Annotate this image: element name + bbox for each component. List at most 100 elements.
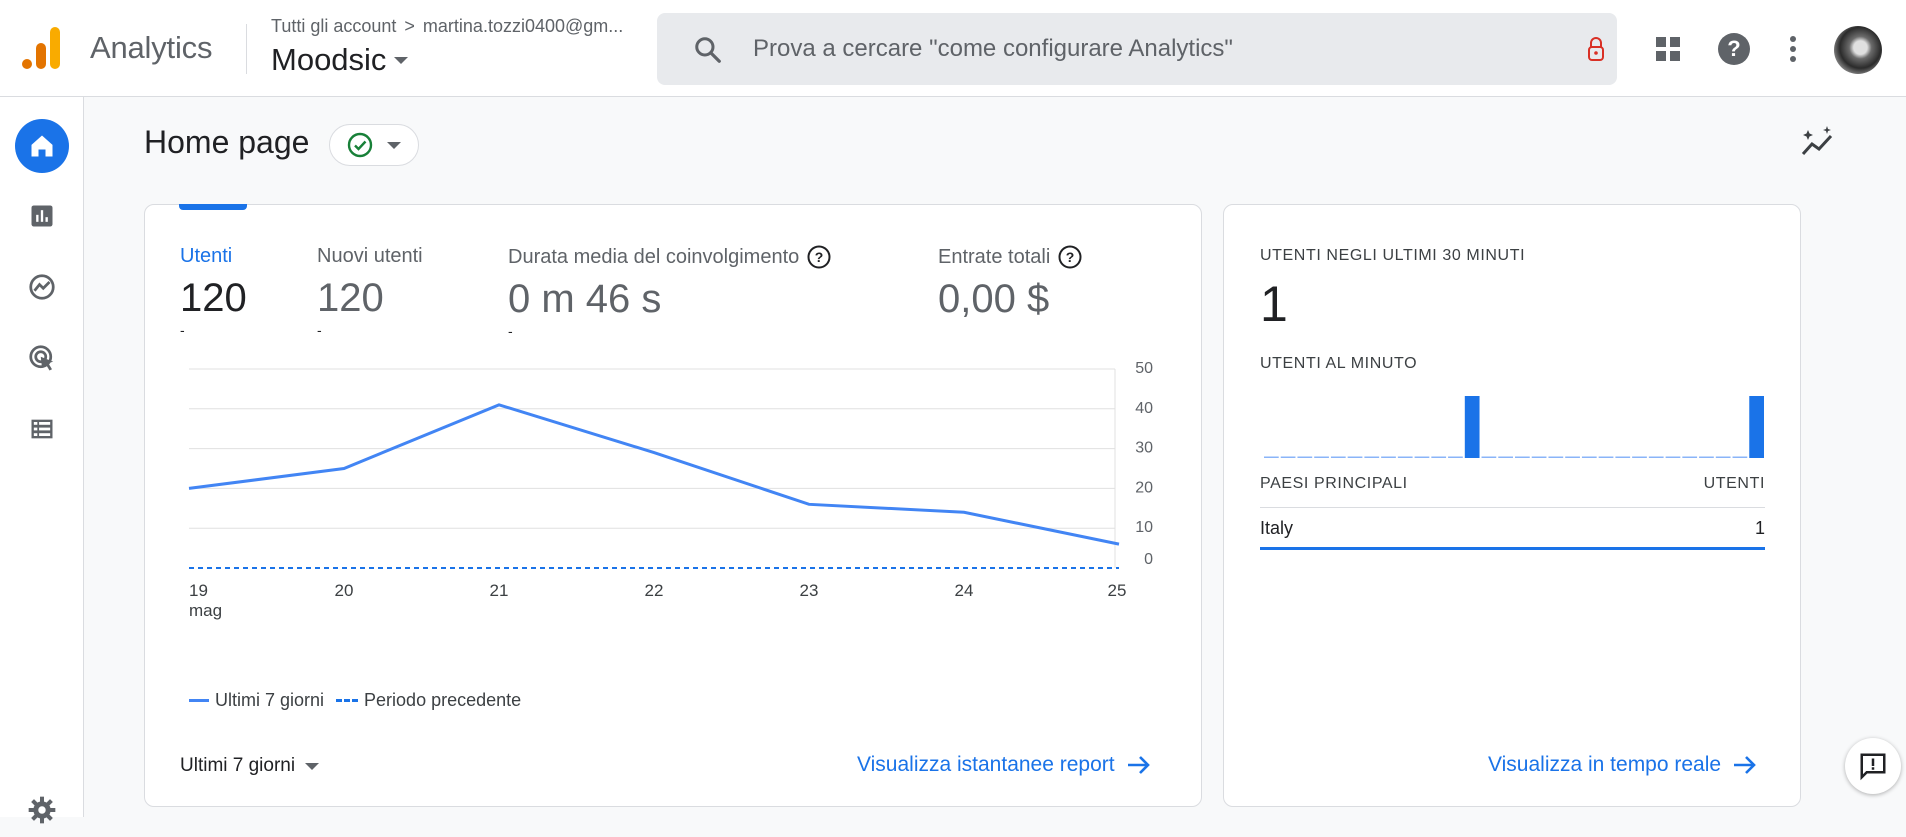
minute-bar — [1565, 457, 1580, 459]
metric-total-revenue[interactable]: Entrate totali ? 0,00 $ — [938, 245, 1082, 322]
x-tick-label: 25 — [1108, 581, 1127, 600]
minute-bar — [1431, 457, 1446, 459]
table-row[interactable]: Italy 1 — [1260, 508, 1765, 550]
x-tick-label: 24 — [955, 581, 974, 600]
minute-bar — [1666, 457, 1681, 459]
check-circle-icon — [347, 132, 373, 158]
property-name: Moodsic — [271, 42, 386, 78]
feedback-button[interactable] — [1845, 738, 1901, 794]
metric-value: 120 — [180, 276, 247, 321]
feedback-icon — [1858, 751, 1888, 781]
x-tick-label: 21 — [490, 581, 509, 600]
view-report-snapshot-link[interactable]: Visualizza istantanee report — [857, 753, 1151, 777]
column-header-country: PAESI PRINCIPALI — [1260, 475, 1408, 493]
realtime-title: UTENTI NEGLI ULTIMI 30 MINUTI — [1260, 247, 1525, 265]
users-cell: 1 — [1755, 518, 1765, 539]
metric-value: 120 — [317, 276, 423, 321]
date-range-label: Ultimi 7 giorni — [180, 755, 295, 777]
breadcrumb-root[interactable]: Tutti gli account — [271, 16, 396, 37]
page-title: Home page — [144, 124, 309, 161]
legend-item-previous[interactable]: Periodo precedente — [336, 690, 521, 711]
y-tick-label: 20 — [1135, 479, 1153, 496]
minute-bar — [1364, 457, 1379, 459]
per-minute-label: UTENTI AL MINUTO — [1260, 355, 1417, 373]
breadcrumb-separator: > — [404, 16, 415, 37]
minute-bar — [1297, 457, 1312, 459]
settings-icon — [26, 794, 58, 826]
home-icon — [28, 132, 56, 160]
svg-text:?: ? — [1727, 36, 1740, 61]
metric-new-users[interactable]: Nuovi utenti 120 - — [317, 245, 423, 337]
metric-avg-engagement[interactable]: Durata media del coinvolgimento ? 0 m 46… — [508, 245, 831, 338]
realtime-users-count: 1 — [1260, 275, 1288, 333]
minute-bar — [1498, 457, 1513, 459]
analytics-logo-icon[interactable] — [22, 27, 62, 71]
minute-bar — [1632, 457, 1647, 459]
breadcrumb-account[interactable]: martina.tozzi0400@gm... — [423, 16, 623, 37]
nav-settings[interactable] — [15, 783, 69, 837]
legend-swatch-solid — [189, 699, 209, 702]
chevron-down-icon — [394, 57, 408, 64]
minute-bar — [1582, 457, 1597, 459]
help-icon[interactable]: ? — [1714, 29, 1754, 69]
minute-bar — [1482, 457, 1497, 459]
minute-bar — [1682, 457, 1697, 459]
minute-bar[interactable] — [1465, 396, 1480, 458]
x-tick-label: 22 — [645, 581, 664, 600]
nav-home[interactable] — [15, 119, 69, 173]
search-input[interactable] — [753, 27, 1533, 71]
help-outline-icon[interactable]: ? — [1058, 245, 1082, 269]
minute-bar — [1281, 457, 1296, 459]
minute-bar — [1515, 457, 1530, 459]
metric-users[interactable]: Utenti 120 - — [180, 245, 247, 337]
chart-legend: Ultimi 7 giorni Periodo precedente — [189, 690, 521, 711]
status-chip[interactable] — [329, 124, 419, 166]
metric-label-row: Entrate totali ? — [938, 245, 1082, 269]
search-bar[interactable] — [657, 13, 1617, 85]
metric-comparison: - — [180, 323, 247, 337]
date-range-selector[interactable]: Ultimi 7 giorni — [180, 755, 319, 777]
minute-bar — [1699, 457, 1714, 459]
y-tick-label: 40 — [1135, 400, 1153, 417]
minute-bar — [1264, 457, 1279, 459]
nav-reports[interactable] — [15, 189, 69, 243]
more-vert-icon[interactable] — [1773, 29, 1813, 69]
view-realtime-link[interactable]: Visualizza in tempo reale — [1488, 753, 1757, 777]
minute-bar[interactable] — [1749, 396, 1764, 458]
y-tick-label: 50 — [1135, 360, 1153, 377]
country-cell: Italy — [1260, 518, 1293, 539]
arrow-forward-icon — [1127, 754, 1151, 776]
metric-label: Utenti — [180, 245, 247, 268]
account-breadcrumb[interactable]: Tutti gli account > martina.tozzi0400@gm… — [271, 16, 623, 37]
legend-item-current[interactable]: Ultimi 7 giorni — [189, 690, 324, 711]
explore-icon — [27, 272, 57, 302]
help-outline-icon[interactable]: ? — [807, 245, 831, 269]
chevron-down-icon — [305, 763, 319, 770]
metric-label: Durata media del coinvolgimento — [508, 246, 799, 269]
arrow-forward-icon — [1733, 754, 1757, 776]
top-countries-table: PAESI PRINCIPALI UTENTI Italy 1 — [1260, 475, 1765, 550]
top-app-bar: Analytics Tutti gli account > martina.to… — [0, 0, 1906, 97]
property-selector[interactable]: Moodsic — [271, 42, 408, 78]
header-divider — [246, 24, 247, 74]
column-header-users: UTENTI — [1704, 475, 1765, 493]
minute-bar — [1415, 457, 1430, 459]
minute-bar — [1649, 457, 1664, 459]
y-tick-label: 30 — [1135, 440, 1153, 457]
minute-bar — [1331, 457, 1346, 459]
minute-bar — [1448, 457, 1463, 459]
search-icon — [693, 35, 723, 65]
active-tab-indicator — [179, 204, 247, 210]
minute-bar — [1716, 457, 1731, 459]
nav-advertising[interactable] — [15, 331, 69, 385]
apps-grid-icon[interactable] — [1648, 29, 1688, 69]
nav-configure[interactable] — [15, 402, 69, 456]
minute-bar — [1548, 457, 1563, 459]
metric-value: 0,00 $ — [938, 277, 1082, 322]
avatar[interactable] — [1834, 26, 1882, 74]
metric-label: Entrate totali — [938, 246, 1050, 269]
metric-label-row: Durata media del coinvolgimento ? — [508, 245, 831, 269]
insights-icon[interactable] — [1800, 124, 1836, 160]
svg-text:?: ? — [1066, 249, 1075, 265]
nav-explore[interactable] — [15, 260, 69, 314]
